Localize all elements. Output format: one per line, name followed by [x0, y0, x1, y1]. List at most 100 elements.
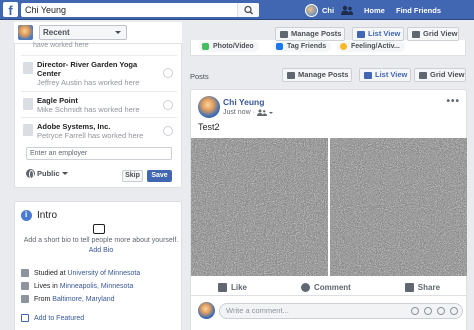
share-label: Share — [417, 283, 441, 292]
workplace-name: Adobe Systems, Inc. — [37, 122, 111, 131]
building-icon — [23, 124, 33, 136]
globe-icon — [26, 169, 35, 179]
avatar — [305, 3, 318, 17]
tab-photo-video[interactable]: Photo/Video — [199, 41, 259, 52]
bio-prompt: Add a short bio to tell people more abou… — [23, 237, 179, 244]
from-link[interactable]: Baltimore, Maryland — [52, 296, 114, 303]
comment-label: Comment — [313, 283, 351, 292]
graduation-cap-icon — [21, 269, 29, 277]
workplace-name: Director- River Garden Yoga Center — [37, 60, 138, 78]
post-meta: Just now · — [223, 109, 273, 116]
button-label: List View — [375, 70, 408, 79]
chevron-down-icon — [115, 31, 121, 34]
workplace-radio[interactable] — [163, 126, 173, 136]
grid-view-icon — [412, 31, 420, 38]
button-label: Grid View — [423, 29, 458, 38]
comment-input[interactable]: Write a comment... — [219, 303, 463, 319]
facebook-logo-icon[interactable]: f — [3, 2, 18, 17]
from-prefix: From — [34, 295, 53, 303]
tab-feeling-activity[interactable]: Feeling/Activ... — [337, 41, 405, 52]
list-view-icon — [357, 31, 365, 38]
lives-row: Lives in Minneapolis, Minnesota — [21, 282, 133, 290]
skip-button[interactable]: Skip — [122, 170, 143, 182]
workplace-radio[interactable] — [163, 100, 173, 110]
manage-posts-button[interactable]: Manage Posts — [282, 68, 352, 82]
education-row: Studied at University of Minnesota — [21, 269, 140, 277]
grid-view-button-top[interactable]: Grid View — [407, 27, 459, 41]
manage-posts-button-top[interactable]: Manage Posts — [275, 27, 345, 41]
comment-button[interactable]: Comment — [300, 280, 351, 295]
comment-tools — [411, 307, 458, 315]
list-view-button[interactable]: List View — [359, 68, 411, 82]
privacy-selector[interactable]: Public — [26, 169, 68, 179]
workplace-subtext: Petryce Farrell has worked here — [37, 131, 144, 140]
recent-dropdown[interactable]: Recent — [39, 25, 127, 40]
nav-find-friends[interactable]: Find Friends — [396, 0, 441, 20]
manage-posts-icon — [280, 31, 288, 38]
composer-actions: Photo/Video Tag Friends Feeling/Activ... — [190, 40, 466, 56]
feeling-icon — [340, 43, 347, 50]
intro-card: Intro Add a short bio to tell people mor… — [14, 201, 182, 330]
workplace-radio[interactable] — [163, 68, 173, 78]
list-item[interactable]: Director- River Garden Yoga Center Jeffr… — [21, 55, 177, 91]
post-time[interactable]: Just now · — [223, 109, 255, 116]
save-button[interactable]: Save — [147, 170, 172, 182]
button-label: List View — [368, 29, 401, 38]
chevron-down-icon[interactable] — [268, 111, 273, 114]
camera-icon[interactable] — [424, 307, 432, 315]
posts-section-title: Posts — [190, 72, 209, 81]
list-view-icon — [364, 72, 372, 79]
top-navigation-bar: f Chi Home Find Friends — [0, 0, 474, 20]
partial-text: have worked here — [33, 42, 89, 49]
more-options-icon[interactable]: ••• — [446, 96, 460, 107]
avatar — [198, 302, 215, 319]
intro-title: Intro — [37, 210, 58, 221]
nav-home[interactable]: Home — [364, 0, 385, 20]
tab-tag-friends[interactable]: Tag Friends — [273, 41, 332, 52]
intro-info-icon — [21, 210, 32, 221]
post-author[interactable]: Chi Yeung — [223, 97, 264, 107]
lives-link[interactable]: Minneapolis, Minnesota — [60, 283, 134, 290]
tab-label: Feeling/Activ... — [351, 43, 400, 50]
list-item[interactable]: Adobe Systems, Inc. Petryce Farrell has … — [21, 117, 177, 143]
grid-view-button[interactable]: Grid View — [414, 68, 466, 82]
add-bio-link[interactable]: Add Bio — [23, 247, 179, 254]
post-text: Test2 — [198, 122, 220, 132]
search-input[interactable] — [21, 3, 233, 17]
comment-placeholder: Write a comment... — [226, 306, 289, 315]
avatar[interactable] — [198, 96, 220, 118]
friends-audience-icon[interactable] — [256, 109, 267, 116]
left-column-header: Recent — [14, 22, 182, 44]
profile-name: Chi — [322, 5, 335, 15]
profile-link[interactable]: Chi — [305, 0, 334, 20]
photo-icon — [202, 43, 209, 50]
page-thumbnail — [18, 25, 33, 40]
from-row: From Baltimore, Maryland — [21, 295, 115, 303]
share-button[interactable]: Share — [404, 280, 441, 295]
thumbs-up-icon — [217, 283, 227, 292]
education-link[interactable]: University of Minnesota — [67, 270, 140, 277]
friends-icon[interactable] — [341, 5, 353, 15]
comment-icon — [300, 283, 310, 292]
workplace-name: Eagle Point — [37, 96, 78, 105]
noise-image — [191, 138, 467, 276]
post-image[interactable] — [191, 138, 467, 276]
button-label: Manage Posts — [298, 70, 349, 79]
plus-box-icon — [21, 314, 29, 322]
tab-label: Photo/Video — [213, 43, 254, 50]
education-prefix: Studied at — [34, 269, 68, 277]
button-label: Grid View — [430, 70, 465, 79]
speech-bubble-icon — [93, 224, 105, 234]
employer-field[interactable]: Enter an employer — [26, 147, 172, 160]
add-to-featured-link[interactable]: Add to Featured — [21, 314, 84, 322]
gif-icon[interactable] — [437, 307, 445, 315]
list-view-button-top[interactable]: List View — [352, 27, 404, 41]
search-icon — [244, 5, 254, 15]
building-icon — [23, 62, 33, 74]
list-item[interactable]: Eagle Point Mike Schmidt has worked here — [21, 91, 177, 117]
like-button[interactable]: Like — [217, 280, 247, 295]
search-button[interactable] — [237, 3, 259, 17]
sticker-icon[interactable] — [450, 307, 458, 315]
recent-label: Recent — [43, 28, 70, 37]
emoji-icon[interactable] — [411, 307, 419, 315]
